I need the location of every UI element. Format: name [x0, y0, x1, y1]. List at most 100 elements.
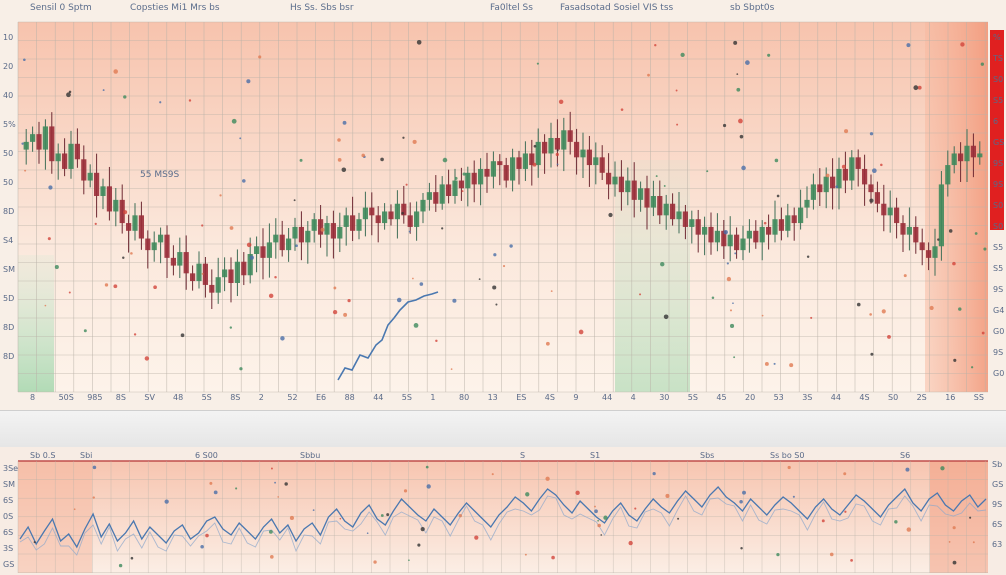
candle-body: [407, 215, 413, 227]
bottom-axis-label: 2S: [917, 393, 927, 402]
indicator-header-label: Sbs: [700, 451, 714, 460]
candle-body: [798, 207, 804, 224]
bottom-axis-label: SS: [974, 393, 984, 402]
candle-body: [158, 234, 164, 243]
indicator-left-label: 3Se: [3, 464, 18, 473]
candle-body: [324, 223, 330, 235]
toolbar-item[interactable]: Fasadsotad Sosiel VIS tss: [560, 3, 673, 13]
scatter-dot: [68, 90, 72, 94]
indicator-dot: [740, 547, 743, 550]
candle-body: [209, 284, 215, 293]
right-axis-label: S0: [993, 222, 1003, 231]
scatter-dot: [532, 162, 537, 167]
indicator-left-label: GS: [3, 560, 14, 569]
candle-body: [906, 226, 912, 235]
scatter-dot: [452, 298, 457, 303]
candle-body: [791, 215, 797, 224]
scatter-dot: [764, 362, 769, 366]
candle-body: [433, 192, 439, 204]
left-axis-label: 10: [3, 33, 13, 42]
indicator-panel[interactable]: 3Se SM 6S 0S 6S 3S GS Sb GS 9S 6S 63 Sb 0.S Sbi 6 S0…: [0, 447, 1006, 575]
indicator-dot: [118, 563, 123, 568]
right-axis-label: S5: [993, 96, 1003, 105]
left-axis-label: 5D: [3, 294, 14, 303]
indicator-dot: [940, 466, 945, 471]
indicator-dot: [92, 496, 95, 499]
line-chart[interactable]: 3Se SM 6S 0S 6S 3S GS Sb GS 9S 6S 63 Sb 0.S Sbi 6 S0…: [0, 447, 1006, 575]
scatter-dot: [258, 55, 262, 59]
scatter-dot: [337, 158, 342, 162]
bottom-axis-label: 80: [459, 393, 469, 402]
bottom-axis-label: 20: [745, 393, 755, 402]
scatter-dot: [550, 290, 553, 292]
candle-body: [42, 126, 48, 150]
indicator-header-label: Ss bo S0: [770, 451, 804, 460]
main-chart-panel[interactable]: 10 20 40 5% 50 50 8D S4 SM 5D 8D 8D % TS S0 S5 6 GS 9S 9S S…: [0, 0, 1006, 410]
scatter-dot: [159, 101, 162, 104]
indicator-dot: [948, 541, 951, 543]
scatter-dot: [776, 194, 780, 198]
candle-body: [369, 207, 375, 216]
scatter-dot: [188, 99, 192, 102]
scatter-dot: [295, 244, 298, 248]
scatter-dot: [347, 298, 351, 303]
toolbar-item[interactable]: sb Sbpt0s: [730, 3, 774, 13]
scatter-dot: [608, 212, 613, 218]
scatter-dot: [906, 43, 911, 48]
candle-body: [138, 215, 144, 239]
candlestick-chart[interactable]: 1020405%50508DS4SM5D8D8D %TSS0S56GS9S9SS…: [0, 0, 1006, 410]
toolbar-item[interactable]: Sensil 0 Sptm: [30, 3, 92, 13]
candle-body: [68, 143, 74, 169]
candle-body: [695, 219, 701, 235]
indicator-dot: [130, 556, 134, 560]
bottom-axis-label: E6: [316, 393, 326, 402]
indicator-dot: [952, 560, 957, 565]
toolbar-item[interactable]: Copsties Mi1 Mrs bs: [130, 3, 220, 13]
panel-separator[interactable]: [0, 410, 1006, 448]
scatter-dot: [495, 303, 498, 306]
scatter-dot: [21, 142, 24, 145]
scatter-dot: [706, 170, 709, 173]
candle-body: [170, 257, 176, 266]
top-toolbar: Sensil 0 Sptm Copsties Mi1 Mrs bs Hs Ss. S…: [0, 0, 1006, 18]
indicator-dot: [969, 516, 972, 519]
toolbar-item[interactable]: Hs Ss. Sbs bsr: [290, 3, 354, 13]
right-axis-label: G4: [993, 306, 1004, 315]
scatter-dot: [732, 302, 734, 305]
scatter-dot: [23, 58, 26, 62]
indicator-dot: [603, 515, 608, 520]
candle-body: [759, 226, 765, 243]
scatter-dot: [913, 85, 919, 91]
candle-body: [298, 226, 304, 243]
bottom-axis-label: SV: [144, 393, 155, 402]
scatter-dot: [723, 229, 728, 235]
candle-body: [362, 207, 368, 220]
scatter-dot: [401, 211, 404, 215]
candle-body: [535, 141, 541, 166]
candle-body: [145, 238, 151, 251]
indicator-dot: [739, 499, 743, 504]
scatter-dot: [341, 167, 347, 173]
scatter-dot: [536, 62, 539, 65]
candle-body: [356, 219, 362, 231]
toolbar-item[interactable]: Fa0ltel Ss: [490, 3, 533, 13]
indicator-dot: [408, 559, 410, 562]
bottom-axis-label: 8: [30, 393, 35, 402]
indicator-dot: [420, 527, 425, 532]
scatter-dot: [509, 244, 513, 248]
scatter-dot: [333, 286, 337, 290]
candle-body: [599, 157, 605, 173]
candle-body: [554, 138, 560, 150]
scatter-dot: [639, 293, 642, 296]
candle-body: [234, 261, 240, 283]
candle-body: [30, 134, 36, 142]
scatter-dot: [655, 175, 658, 178]
scatter-dot: [881, 309, 886, 314]
candle-body: [478, 168, 484, 185]
indicator-dot: [776, 552, 780, 557]
candle-body: [977, 153, 983, 158]
indicator-dot: [597, 519, 599, 522]
scatter-dot: [981, 331, 985, 335]
candle-body: [202, 263, 208, 285]
candle-body: [932, 246, 938, 258]
